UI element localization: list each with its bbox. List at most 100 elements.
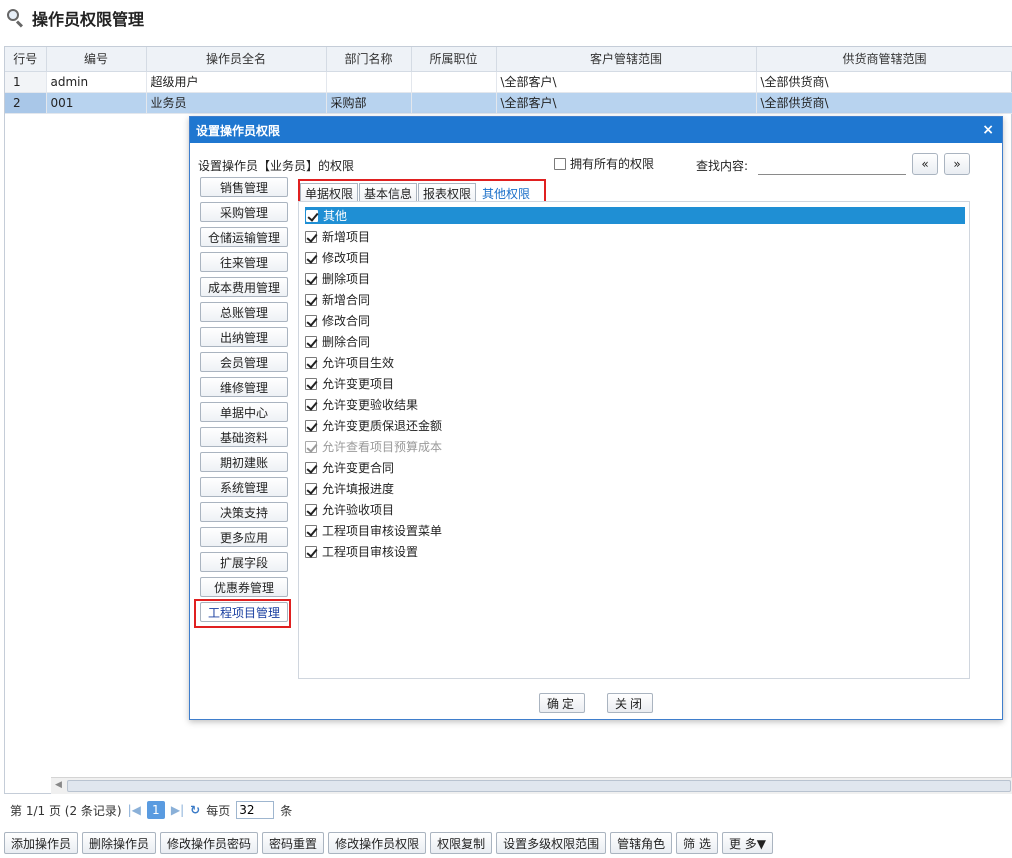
cell-position	[411, 92, 497, 114]
perm-item-disabled: 允许查看项目预算成本	[305, 438, 442, 455]
perm-item[interactable]: 允许项目生效	[305, 354, 394, 371]
checkbox-checked[interactable]	[305, 419, 317, 432]
perm-label: 允许填报进度	[322, 482, 395, 496]
search-prev-button[interactable]: «	[912, 153, 938, 175]
close-button[interactable]: 关闭	[607, 693, 653, 713]
perm-group-header[interactable]: 其他	[305, 207, 965, 224]
checkbox-checked[interactable]	[305, 377, 317, 390]
perm-item[interactable]: 新增合同	[305, 291, 370, 308]
col-header-dept[interactable]: 部门名称	[326, 47, 412, 72]
cell-row-no: 2	[5, 92, 47, 114]
menu-item-cost[interactable]: 成本费用管理	[200, 277, 288, 297]
perm-item[interactable]: 允许验收项目	[305, 501, 394, 518]
pager: 第 1/1 页 (2 条记录) |◀ 1 ▶| ↻ 每页 条	[4, 796, 1012, 824]
menu-item-coupons[interactable]: 优惠券管理	[200, 577, 288, 597]
scrollbar-thumb[interactable]	[67, 780, 1011, 792]
checkbox-checked[interactable]	[305, 314, 317, 327]
perm-item[interactable]: 修改合同	[305, 312, 370, 329]
perm-label: 允许查看项目预算成本	[322, 440, 443, 454]
menu-item-basic-data[interactable]: 基础资料	[200, 427, 288, 447]
perm-label: 允许验收项目	[322, 503, 395, 517]
horizontal-scrollbar[interactable]: ◀	[51, 777, 1012, 794]
col-header-fullname[interactable]: 操作员全名	[146, 47, 327, 72]
search-label: 查找内容:	[696, 159, 749, 173]
ok-button[interactable]: 确定	[539, 693, 585, 713]
perm-item[interactable]: 允许变更项目	[305, 375, 394, 392]
current-page-button[interactable]: 1	[146, 801, 165, 819]
menu-item-accounts[interactable]: 往来管理	[200, 252, 288, 272]
cell-customer-scope: \全部客户\	[496, 71, 757, 93]
perm-item[interactable]: 允许变更验收结果	[305, 396, 418, 413]
checkbox-checked[interactable]	[305, 356, 317, 369]
multi-level-scope-button[interactable]: 设置多级权限范围	[496, 832, 607, 854]
cell-row-no: 1	[5, 71, 47, 93]
last-page-icon[interactable]: ▶|	[171, 803, 184, 817]
table-row[interactable]: 1 admin 超级用户 \全部客户\ \全部供货商\	[5, 71, 1012, 93]
checkbox-unchecked[interactable]	[554, 157, 566, 170]
change-password-button[interactable]: 修改操作员密码	[160, 832, 259, 854]
close-icon[interactable]: ×	[982, 122, 994, 138]
checkbox-checked[interactable]	[305, 461, 317, 474]
scroll-left-arrow-icon[interactable]: ◀	[55, 780, 62, 790]
checkbox-checked[interactable]	[306, 209, 318, 222]
perm-item[interactable]: 工程项目审核设置	[305, 543, 418, 560]
manage-roles-button[interactable]: 管辖角色	[610, 832, 673, 854]
menu-item-sales[interactable]: 销售管理	[200, 177, 288, 197]
checkbox-checked[interactable]	[305, 503, 317, 516]
col-header-code[interactable]: 编号	[46, 47, 147, 72]
menu-item-ext-fields[interactable]: 扩展字段	[200, 552, 288, 572]
copy-permissions-button[interactable]: 权限复制	[430, 832, 493, 854]
perm-item[interactable]: 工程项目审核设置菜单	[305, 522, 442, 539]
all-permissions-checkbox[interactable]: 拥有所有的权限	[554, 155, 654, 172]
col-header-position[interactable]: 所属职位	[411, 47, 497, 72]
menu-item-purchase[interactable]: 采购管理	[200, 202, 288, 222]
checkbox-checked[interactable]	[305, 272, 317, 285]
more-button[interactable]: 更 多▼	[721, 832, 773, 854]
menu-item-documents[interactable]: 单据中心	[200, 402, 288, 422]
perm-item[interactable]: 允许变更合同	[305, 459, 394, 476]
menu-item-ledger[interactable]: 总账管理	[200, 302, 288, 322]
col-header-row-no[interactable]: 行号	[5, 47, 47, 72]
menu-item-more-apps[interactable]: 更多应用	[200, 527, 288, 547]
perm-item[interactable]: 修改项目	[305, 249, 370, 266]
checkbox-checked[interactable]	[305, 230, 317, 243]
page-title: 操作员权限管理	[32, 10, 145, 29]
perm-item[interactable]: 新增项目	[305, 228, 370, 245]
add-operator-button[interactable]: 添加操作员	[4, 832, 79, 854]
highlight-box-menu	[194, 599, 291, 628]
perm-item[interactable]: 删除合同	[305, 333, 370, 350]
checkbox-checked[interactable]	[305, 251, 317, 264]
edit-permissions-button[interactable]: 修改操作员权限	[328, 832, 427, 854]
perm-item[interactable]: 删除项目	[305, 270, 370, 287]
checkbox-checked[interactable]	[305, 545, 317, 558]
checkbox-checked[interactable]	[305, 293, 317, 306]
checkbox-checked[interactable]	[305, 335, 317, 348]
menu-item-opening[interactable]: 期初建账	[200, 452, 288, 472]
refresh-icon[interactable]: ↻	[190, 803, 200, 817]
perm-item[interactable]: 允许变更质保退还金额	[305, 417, 442, 434]
dialog-titlebar[interactable]: 设置操作员权限 ×	[190, 117, 1002, 143]
first-page-icon[interactable]: |◀	[128, 803, 141, 817]
perm-label: 新增项目	[322, 230, 371, 244]
reset-password-button[interactable]: 密码重置	[262, 832, 325, 854]
delete-operator-button[interactable]: 删除操作员	[82, 832, 157, 854]
menu-item-warehouse[interactable]: 仓储运输管理	[200, 227, 288, 247]
menu-item-cashier[interactable]: 出纳管理	[200, 327, 288, 347]
menu-item-repair[interactable]: 维修管理	[200, 377, 288, 397]
col-header-customer-scope[interactable]: 客户管辖范围	[496, 47, 757, 72]
search-next-button[interactable]: »	[944, 153, 970, 175]
permission-list: 其他 新增项目 修改项目 删除项目 新增合同 修改合同 删除合同 允许项目生效 …	[298, 201, 970, 679]
checkbox-checked[interactable]	[305, 482, 317, 495]
menu-item-decision[interactable]: 决策支持	[200, 502, 288, 522]
menu-item-member[interactable]: 会员管理	[200, 352, 288, 372]
filter-button[interactable]: 筛 选	[676, 832, 718, 854]
perm-label: 修改项目	[322, 251, 371, 265]
col-header-supplier-scope[interactable]: 供货商管辖范围	[756, 47, 1012, 72]
checkbox-checked[interactable]	[305, 398, 317, 411]
checkbox-checked[interactable]	[305, 524, 317, 537]
menu-item-system[interactable]: 系统管理	[200, 477, 288, 497]
search-input[interactable]	[758, 155, 906, 175]
perm-item[interactable]: 允许填报进度	[305, 480, 394, 497]
table-row-selected[interactable]: 2 001 业务员 采购部 \全部客户\ \全部供货商\	[5, 92, 1012, 114]
per-page-input[interactable]	[236, 801, 275, 819]
